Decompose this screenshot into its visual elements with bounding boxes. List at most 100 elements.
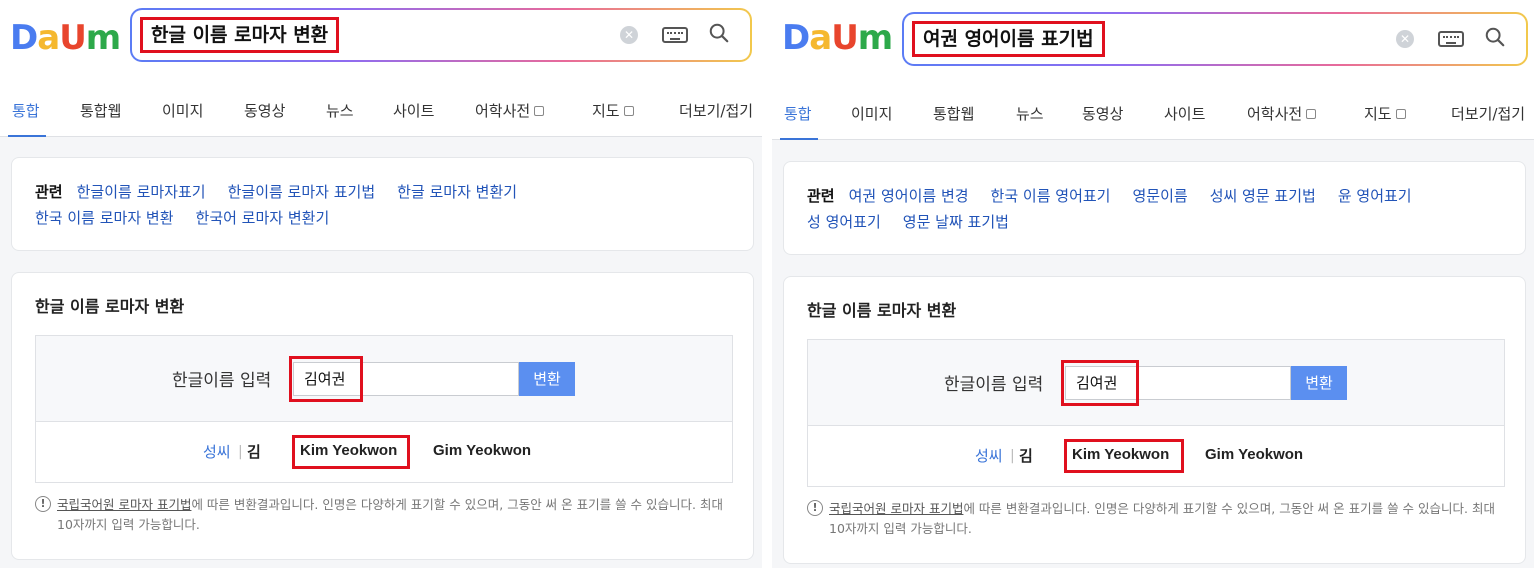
related-link[interactable]: 윤 영어표기 bbox=[1338, 187, 1412, 205]
surname-label[interactable]: 성씨 bbox=[203, 442, 231, 462]
surname-separator: | bbox=[238, 444, 243, 460]
related-title: 관련 bbox=[35, 183, 63, 201]
related-link[interactable]: 한글이름 로마자 표기법 bbox=[228, 183, 376, 201]
external-box-icon bbox=[534, 106, 545, 116]
search-input[interactable]: 한글 이름 로마자 변환 ✕ bbox=[132, 10, 750, 60]
convert-button[interactable]: 변환 bbox=[519, 362, 575, 396]
tab-more[interactable]: 더보기/접기 bbox=[679, 101, 753, 121]
logo-letter: D bbox=[782, 18, 810, 58]
related-link[interactable]: 영문 날짜 표기법 bbox=[903, 213, 1009, 231]
related-link[interactable]: 성씨 영문 표기법 bbox=[1210, 187, 1316, 205]
tab-news[interactable]: 뉴스 bbox=[326, 101, 354, 121]
search-panel-right: DaUm 여권 영어이름 표기법 ✕ 통합 이미지 통합웹 뉴스 동영상 사이트… bbox=[772, 0, 1534, 568]
clear-icon[interactable]: ✕ bbox=[1396, 30, 1414, 48]
logo-letter: U bbox=[59, 18, 87, 58]
related-link[interactable]: 한국어 로마자 변환기 bbox=[196, 209, 330, 227]
search-input[interactable]: 여권 영어이름 표기법 ✕ bbox=[904, 14, 1526, 64]
search-box: 여권 영어이름 표기법 ✕ bbox=[902, 12, 1528, 66]
tab-sites[interactable]: 사이트 bbox=[1164, 104, 1205, 124]
search-query-text: 여권 영어이름 표기법 bbox=[912, 21, 1105, 57]
romanized-result: Gim Yeokwon bbox=[433, 442, 532, 459]
tab-map[interactable]: 지도 bbox=[592, 101, 634, 121]
tab-images[interactable]: 이미지 bbox=[851, 104, 892, 124]
related-link[interactable]: 한국 이름 영어표기 bbox=[991, 187, 1111, 205]
converter-title: 한글 이름 로마자 변환 bbox=[35, 297, 185, 316]
name-converter-card: 한글 이름 로마자 변환 한글이름 입력 김여권 변환 성씨 | 김 Kim Y… bbox=[11, 272, 754, 560]
tab-sites[interactable]: 사이트 bbox=[393, 101, 434, 121]
tab-dictionary[interactable]: 어학사전 bbox=[475, 101, 545, 121]
tab-web[interactable]: 통합웹 bbox=[80, 101, 121, 121]
tab-all[interactable]: 통합 bbox=[12, 101, 40, 121]
converter-input-area: 한글이름 입력 김여권 변환 bbox=[808, 340, 1504, 426]
daum-logo[interactable]: DaUm bbox=[782, 18, 893, 58]
related-link[interactable]: 여권 영어이름 변경 bbox=[849, 187, 969, 205]
tab-map[interactable]: 지도 bbox=[1364, 104, 1406, 124]
tab-more[interactable]: 더보기/접기 bbox=[1451, 104, 1525, 124]
keyboard-icon[interactable] bbox=[662, 27, 688, 43]
tab-videos[interactable]: 동영상 bbox=[1082, 104, 1123, 124]
header: DaUm 여권 영어이름 표기법 ✕ bbox=[772, 0, 1534, 88]
external-box-icon bbox=[623, 106, 634, 116]
tab-images[interactable]: 이미지 bbox=[162, 101, 203, 121]
related-row: 관련 여권 영어이름 변경 한국 이름 영어표기 영문이름 성씨 영문 표기법 윤 영어표… bbox=[807, 186, 1434, 206]
keyboard-icon[interactable] bbox=[1438, 31, 1464, 47]
daum-logo[interactable]: DaUm bbox=[10, 18, 121, 58]
search-icon[interactable] bbox=[1484, 26, 1506, 48]
tab-all[interactable]: 통합 bbox=[784, 104, 812, 124]
logo-letter: a bbox=[809, 18, 832, 58]
search-box: 한글 이름 로마자 변환 ✕ bbox=[130, 8, 752, 62]
related-row: 성 영어표기 영문 날짜 표기법 bbox=[807, 212, 1031, 232]
surname-separator: | bbox=[1010, 448, 1015, 464]
external-box-icon bbox=[1306, 109, 1317, 119]
related-link[interactable]: 한글 로마자 변환기 bbox=[397, 183, 517, 201]
info-icon: ! bbox=[35, 496, 51, 512]
tab-news[interactable]: 뉴스 bbox=[1016, 104, 1044, 124]
name-input-value: 김여권 bbox=[1076, 374, 1118, 392]
related-link[interactable]: 한국 이름 로마자 변환 bbox=[35, 209, 174, 227]
search-panel-left: DaUm 한글 이름 로마자 변환 ✕ 통합 통합웹 이미지 동영상 뉴스 사이… bbox=[0, 0, 762, 568]
tab-videos[interactable]: 동영상 bbox=[244, 101, 285, 121]
tab-label: 어학사전 bbox=[475, 102, 531, 120]
header: DaUm 한글 이름 로마자 변환 ✕ bbox=[0, 0, 762, 85]
logo-letter: a bbox=[37, 18, 60, 58]
convert-button[interactable]: 변환 bbox=[1291, 366, 1347, 400]
search-tabs: 통합 이미지 통합웹 뉴스 동영상 사이트 어학사전 지도 더보기/접기 bbox=[772, 88, 1534, 140]
romanization-rule-link[interactable]: 국립국어원 로마자 표기법 bbox=[829, 501, 963, 516]
related-link[interactable]: 영문이름 bbox=[1132, 187, 1187, 205]
name-input-label: 한글이름 입력 bbox=[172, 371, 272, 391]
converter-note: ! 국립국어원 로마자 표기법에 따른 변환결과입니다. 인명은 다양하게 표기할… bbox=[35, 495, 735, 535]
name-converter-card: 한글 이름 로마자 변환 한글이름 입력 김여권 변환 성씨 | 김 Kim Y… bbox=[783, 276, 1526, 564]
active-tab-underline bbox=[780, 138, 818, 140]
korean-name-input[interactable]: 김여권 bbox=[1065, 366, 1291, 400]
tab-label: 어학사전 bbox=[1247, 105, 1303, 123]
clear-icon[interactable]: ✕ bbox=[620, 26, 638, 44]
converter-input-area: 한글이름 입력 김여권 변환 bbox=[36, 336, 732, 422]
tab-label: 지도 bbox=[1364, 105, 1392, 123]
name-input-value: 김여권 bbox=[304, 370, 346, 388]
search-query-text: 한글 이름 로마자 변환 bbox=[140, 17, 340, 53]
logo-letter: D bbox=[10, 18, 38, 58]
active-tab-underline bbox=[8, 135, 46, 137]
tab-dictionary[interactable]: 어학사전 bbox=[1247, 104, 1317, 124]
romanized-result: Gim Yeokwon bbox=[1205, 446, 1304, 463]
related-link[interactable]: 한글이름 로마자표기 bbox=[77, 183, 206, 201]
conversion-results: 성씨 | 김 Kim Yeokwon Gim Yeokwon bbox=[808, 426, 1504, 488]
surname-value: 김 bbox=[1019, 447, 1033, 465]
external-box-icon bbox=[1395, 109, 1406, 119]
info-icon: ! bbox=[807, 500, 823, 516]
related-row: 관련 한글이름 로마자표기 한글이름 로마자 표기법 한글 로마자 변환기 bbox=[35, 182, 539, 202]
logo-letter: U bbox=[831, 18, 859, 58]
korean-name-input[interactable]: 김여권 bbox=[293, 362, 519, 396]
related-searches-card: 관련 한글이름 로마자표기 한글이름 로마자 표기법 한글 로마자 변환기 한국 이름… bbox=[11, 157, 754, 251]
tab-web[interactable]: 통합웹 bbox=[933, 104, 974, 124]
converter-box: 한글이름 입력 김여권 변환 성씨 | 김 Kim Yeokwon Gim Ye… bbox=[807, 339, 1505, 487]
search-tabs: 통합 통합웹 이미지 동영상 뉴스 사이트 어학사전 지도 더보기/접기 bbox=[0, 85, 762, 137]
related-searches-card: 관련 여권 영어이름 변경 한국 이름 영어표기 영문이름 성씨 영문 표기법 윤 영어표… bbox=[783, 161, 1526, 255]
romanization-rule-link[interactable]: 국립국어원 로마자 표기법 bbox=[57, 497, 191, 512]
search-icon[interactable] bbox=[708, 22, 730, 44]
related-link[interactable]: 성 영어표기 bbox=[807, 213, 881, 231]
romanized-result: Kim Yeokwon bbox=[1072, 446, 1170, 463]
related-title: 관련 bbox=[807, 187, 835, 205]
logo-letter: m bbox=[857, 18, 893, 58]
surname-label[interactable]: 성씨 bbox=[975, 446, 1003, 466]
